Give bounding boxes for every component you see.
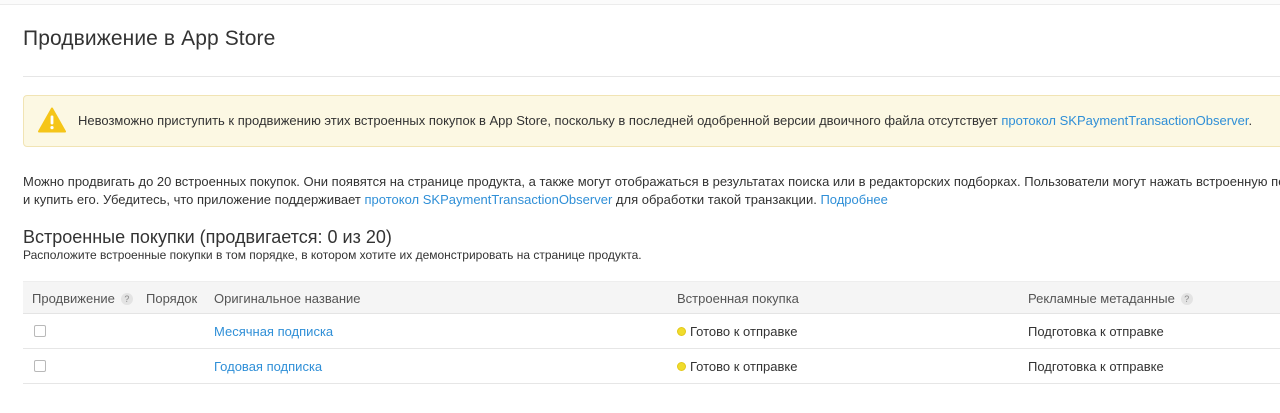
warning-text-end: . (1248, 113, 1253, 128)
description-protocol-link[interactable]: протокол SKPaymentTransactionObserver (365, 192, 613, 207)
table-header: Продвижение? Порядок Оригинальное назван… (23, 281, 1280, 314)
header-promotion-label: Продвижение (32, 291, 115, 306)
iap-status: Готово к отправке (677, 359, 797, 374)
status-dot-icon (677, 327, 686, 336)
promotion-checkbox[interactable] (34, 325, 46, 337)
warning-message: Невозможно приступить к продвижению этих… (78, 113, 1252, 128)
description-line-2: и купить его. Убедитесь, что приложение … (23, 191, 1280, 209)
metadata-help-icon[interactable]: ? (1180, 293, 1193, 305)
header-original-name[interactable]: Оригинальное название (214, 291, 361, 306)
warning-banner: Невозможно приступить к продвижению этих… (23, 95, 1280, 147)
description-line-2-mid: для обработки такой транзакции. (615, 192, 817, 207)
iap-name-link[interactable]: Месячная подписка (214, 324, 333, 339)
header-metadata: Рекламные метаданные? (1028, 291, 1193, 306)
table-row: Месячная подписка Готово к отправке Подг… (23, 314, 1280, 349)
metadata-status: Подготовка к отправке (1028, 359, 1164, 374)
top-border (0, 0, 1280, 5)
title-divider (23, 76, 1280, 77)
description-line-1: Можно продвигать до 20 встроенных покупо… (23, 174, 1280, 189)
promotion-help-icon[interactable]: ? (120, 293, 133, 305)
header-order[interactable]: Порядок (146, 291, 197, 306)
warning-protocol-link[interactable]: протокол SKPaymentTransactionObserver (1001, 113, 1248, 128)
learn-more-link[interactable]: Подробнее (820, 192, 887, 207)
description-line-2-start: и купить его. Убедитесь, что приложение … (23, 192, 361, 207)
description: Можно продвигать до 20 встроенных покупо… (23, 173, 1280, 209)
iap-status-label: Готово к отправке (690, 324, 798, 339)
status-dot-icon (677, 362, 686, 371)
iap-table: Продвижение? Порядок Оригинальное назван… (23, 281, 1280, 384)
iap-status: Готово к отправке (677, 324, 797, 339)
promotion-checkbox[interactable] (34, 360, 46, 372)
iap-status-label: Готово к отправке (690, 359, 798, 374)
header-metadata-label: Рекламные метаданные (1028, 291, 1175, 306)
iap-name-link[interactable]: Годовая подписка (214, 359, 322, 374)
header-iap[interactable]: Встроенная покупка (677, 291, 799, 306)
metadata-status: Подготовка к отправке (1028, 324, 1164, 339)
warning-icon (38, 107, 66, 133)
header-promotion: Продвижение? (32, 291, 133, 306)
section-subtitle: Расположите встроенные покупки в том пор… (23, 248, 642, 262)
page-title: Продвижение в App Store (23, 27, 276, 50)
table-row: Годовая подписка Готово к отправке Подго… (23, 349, 1280, 384)
section-title: Встроенные покупки (продвигается: 0 из 2… (23, 227, 392, 247)
warning-text: Невозможно приступить к продвижению этих… (78, 113, 998, 128)
